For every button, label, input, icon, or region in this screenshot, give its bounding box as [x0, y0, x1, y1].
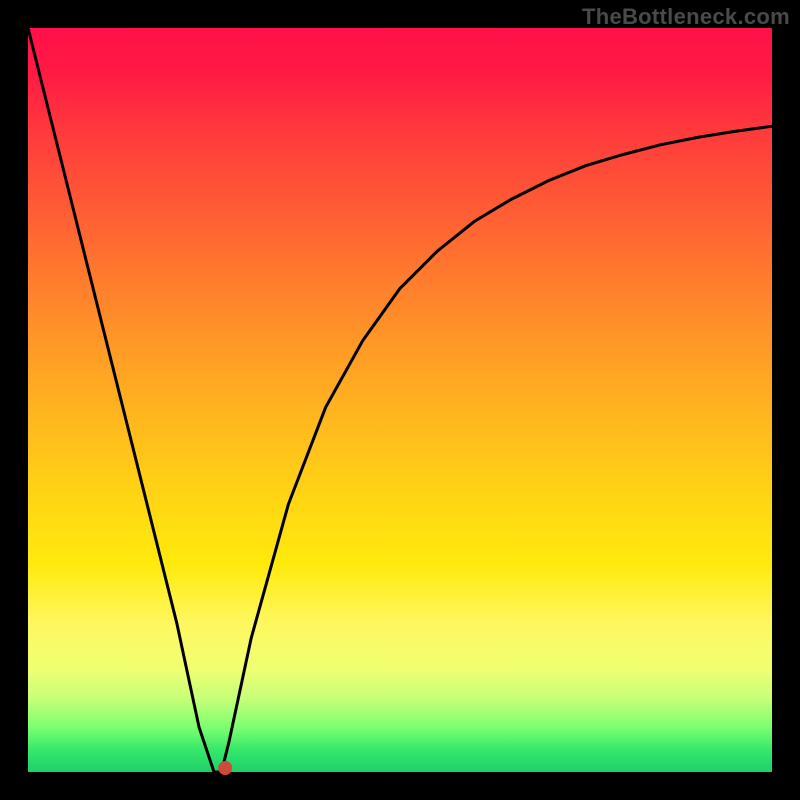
chart-frame: TheBottleneck.com — [0, 0, 800, 800]
plot-area — [28, 28, 772, 772]
watermark-label: TheBottleneck.com — [582, 4, 790, 30]
bottleneck-curve — [28, 28, 772, 772]
curve-layer — [28, 28, 772, 772]
minimum-marker — [218, 761, 232, 775]
